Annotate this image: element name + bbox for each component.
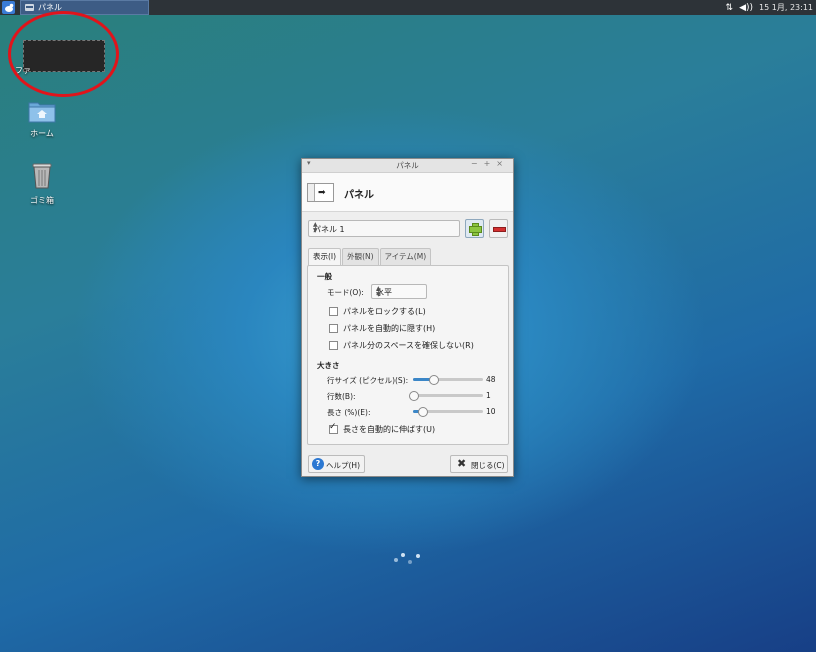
section-size-heading: 大きさ: [317, 361, 340, 370]
rows-slider[interactable]: [409, 391, 483, 401]
panel-select[interactable]: パネル 1 ▲ ▼: [308, 220, 460, 237]
mode-select[interactable]: 水平 ▲ ▼: [371, 284, 427, 299]
rows-value: 1: [486, 391, 491, 400]
length-slider[interactable]: [413, 407, 483, 417]
remove-panel-button[interactable]: [489, 219, 508, 238]
xfce-menu-icon[interactable]: [2, 1, 15, 14]
section-general-heading: 一般: [317, 272, 332, 281]
system-tray: ⇅ ◀)) 15 1月, 23:11: [726, 0, 816, 15]
checkbox-box[interactable]: [329, 324, 338, 333]
close-icon[interactable]: ×: [496, 159, 509, 168]
panel-preferences-dialog: ▾ パネル −+× ➡ パネル パネル 1 ▲ ▼ 表示(I) 外観(N) アイテ…: [301, 158, 514, 477]
slider-knob[interactable]: [418, 407, 429, 417]
help-label: ヘルプ(H): [326, 461, 360, 470]
spin-arrows-icon: ▲ ▼: [313, 221, 318, 234]
volume-icon[interactable]: ◀)): [739, 3, 753, 13]
slider-knob[interactable]: [409, 391, 419, 401]
home-folder-icon: [28, 102, 56, 123]
tab-appearance[interactable]: 外観(N): [342, 248, 379, 265]
lock-panel-checkbox[interactable]: パネルをロックする(L): [329, 306, 426, 317]
close-x-icon: ✖: [457, 457, 467, 470]
tab-bar: 表示(I) 外観(N) アイテム(M): [308, 248, 432, 266]
loading-spinner-icon: [393, 552, 423, 566]
rows-label: 行数(B):: [327, 392, 356, 401]
spin-arrows-icon: ▲ ▼: [376, 285, 381, 298]
checkbox-label: パネルをロックする(L): [343, 307, 426, 316]
close-label: 閉じる(C): [471, 461, 505, 470]
panel-icon: ➡: [307, 183, 334, 202]
titlebar[interactable]: ▾ パネル −+×: [302, 159, 513, 173]
row-size-slider[interactable]: [413, 375, 483, 385]
tab-items[interactable]: アイテム(M): [379, 248, 432, 265]
maximize-icon[interactable]: +: [484, 159, 497, 168]
dialog-header: ➡ パネル: [302, 173, 513, 212]
auto-length-checkbox[interactable]: 長さを自動的に伸ばす(U): [329, 422, 436, 435]
add-panel-button[interactable]: [465, 219, 484, 238]
header-title: パネル: [344, 190, 374, 201]
checkbox-label: パネル分のスペースを確保しない(R): [343, 341, 474, 350]
desktop-icon-label: ホーム: [30, 129, 54, 138]
taskbar-window-button[interactable]: パネル: [20, 0, 149, 15]
checkbox-label: 長さを自動的に伸ばす(U): [343, 425, 436, 434]
tab-display[interactable]: 表示(I): [308, 248, 342, 266]
help-icon: ?: [312, 458, 324, 470]
desktop-icon-label: ゴミ箱: [30, 196, 54, 205]
close-button[interactable]: ✖ 閉じる(C): [450, 455, 508, 473]
length-label: 長さ (%)(E):: [327, 408, 371, 417]
help-button[interactable]: ? ヘルプ(H): [308, 455, 365, 473]
slider-knob[interactable]: [428, 375, 439, 385]
length-value: 10: [486, 407, 496, 416]
autohide-panel-checkbox[interactable]: パネルを自動的に隠す(H): [329, 323, 435, 334]
desktop-icon-trash[interactable]: ゴミ箱: [12, 162, 72, 206]
desktop-icon-home[interactable]: ホーム: [12, 99, 72, 139]
row-size-value: 48: [486, 375, 496, 384]
row-size-label: 行サイズ (ピクセル)(S):: [327, 376, 409, 385]
clock[interactable]: 15 1月, 23:11: [759, 2, 813, 13]
dont-reserve-space-checkbox[interactable]: パネル分のスペースを確保しない(R): [329, 340, 474, 351]
network-icon[interactable]: ⇅: [726, 3, 734, 13]
checkbox-box[interactable]: [329, 422, 338, 434]
window-icon: [25, 4, 34, 11]
checkbox-label: パネルを自動的に隠す(H): [343, 324, 436, 333]
tab-content: 一般 モード(O): 水平 ▲ ▼ パネルをロックする(L) パネルを自動的に隠す…: [307, 265, 509, 445]
mode-label: モード(O):: [327, 288, 364, 297]
trash-icon: [32, 163, 52, 189]
top-panel: パネル ⇅ ◀)) 15 1月, 23:11: [0, 0, 816, 15]
checkbox-box[interactable]: [329, 307, 338, 316]
window-controls[interactable]: −+×: [471, 159, 509, 168]
annotation-circle: [8, 11, 119, 97]
checkbox-box[interactable]: [329, 341, 338, 350]
minimize-icon[interactable]: −: [471, 159, 484, 168]
